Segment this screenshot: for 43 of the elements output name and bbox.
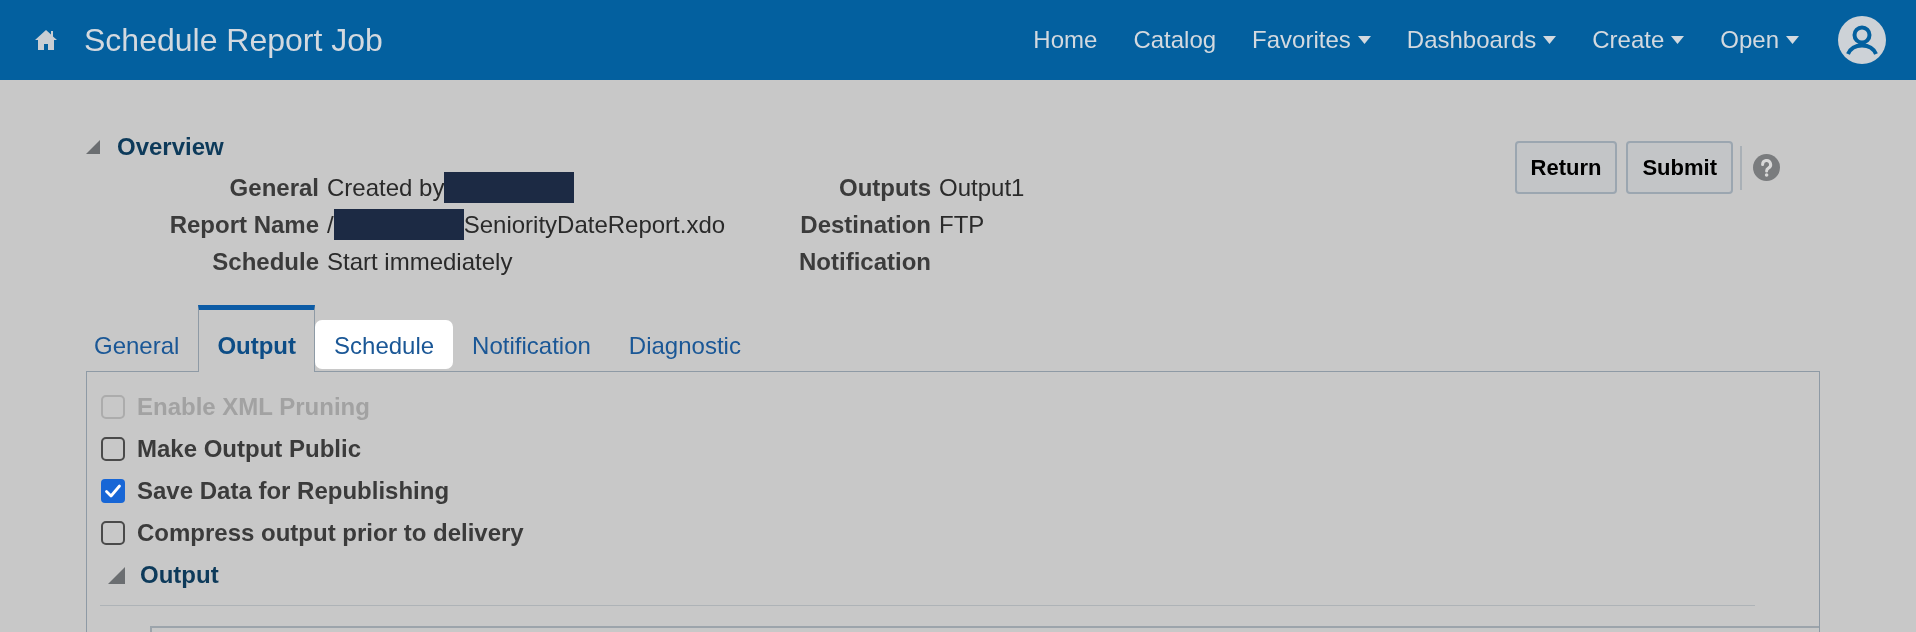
field-value: FTP [939, 210, 985, 239]
tab[interactable]: General [75, 321, 199, 371]
section-title: Output [140, 561, 219, 589]
field-value: SeniorityDateReport.xdo [463, 210, 726, 239]
checkbox[interactable] [101, 437, 125, 461]
caret-icon [1671, 36, 1685, 44]
nav-menu[interactable]: Favorites [1252, 26, 1371, 54]
field-value: Output1 [939, 173, 1025, 202]
checkbox-label: Make Output Public [137, 435, 361, 463]
page-title: Schedule Report Job [84, 21, 383, 59]
section-title: Overview [117, 133, 224, 161]
tab[interactable]: Notification [453, 321, 610, 371]
caret-icon [1543, 36, 1557, 44]
collapse-triangle-icon[interactable] [108, 566, 125, 584]
field-value: / [327, 210, 334, 239]
home-icon[interactable] [34, 29, 58, 51]
tab[interactable]: Diagnostic [609, 321, 760, 371]
checkbox-label: Save Data for Republishing [137, 477, 450, 505]
action-button[interactable]: Return [1514, 141, 1618, 194]
field-label: Schedule [211, 247, 319, 276]
field-label: Outputs [838, 173, 931, 202]
nav-link[interactable]: Catalog [1133, 26, 1217, 54]
user-avatar-icon[interactable] [1838, 16, 1886, 64]
nav-link[interactable]: Home [1033, 26, 1098, 54]
nav-menu[interactable]: Create [1592, 26, 1685, 54]
checkbox-label: Compress output prior to delivery [137, 519, 524, 547]
field-label: Notification [798, 247, 931, 276]
checkbox[interactable] [101, 521, 125, 545]
caret-icon [1357, 36, 1371, 44]
collapse-triangle-icon[interactable] [86, 140, 100, 154]
field-label: General [228, 173, 319, 202]
nav-menu[interactable]: Dashboards [1406, 26, 1557, 54]
field-value: Start immediately [327, 247, 513, 276]
tab[interactable]: Output [198, 305, 316, 372]
checkbox[interactable] [101, 479, 125, 503]
help-icon[interactable] [1753, 154, 1780, 181]
field-label: Destination [799, 210, 931, 239]
action-button[interactable]: Submit [1626, 141, 1733, 194]
tab[interactable]: Schedule [315, 320, 454, 369]
field-label: Report Name [168, 210, 319, 239]
nav-menu[interactable]: Open [1720, 26, 1799, 54]
field-value: Created by [327, 173, 445, 202]
caret-icon [1786, 36, 1799, 44]
